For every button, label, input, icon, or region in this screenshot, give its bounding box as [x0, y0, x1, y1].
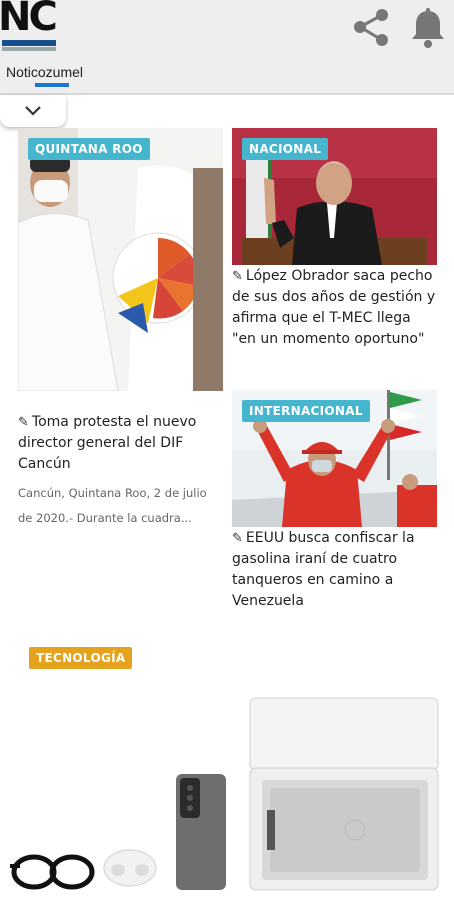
tab-active-indicator [35, 83, 69, 87]
chevron-down-icon [25, 106, 41, 116]
site-logo[interactable]: NC [0, 0, 58, 55]
logo-sub [2, 47, 56, 51]
article-headline[interactable]: ✎ EEUU busca confiscar la gasolina iraní … [232, 528, 437, 612]
headline-text: EEUU busca confiscar la gasolina iraní d… [232, 530, 415, 609]
tab-bar: Noticozumel [0, 55, 454, 95]
excerpt-line: Cancún, Quintana Roo, 2 de julio [18, 486, 207, 500]
category-badge[interactable]: QUINTANA ROO [28, 138, 150, 160]
article-image-quintana-roo[interactable] [18, 128, 223, 391]
tab-noticozumel[interactable]: Noticozumel [6, 64, 83, 80]
logo-strip [2, 40, 56, 46]
headline-text: López Obrador saca pecho de sus dos años… [232, 268, 436, 347]
edit-icon: ✎ [18, 415, 29, 430]
category-badge[interactable]: INTERNACIONAL [242, 400, 370, 422]
share-icon[interactable] [350, 6, 394, 50]
article-headline[interactable]: ✎ López Obrador saca pecho de sus dos año… [232, 266, 437, 350]
article-headline[interactable]: ✎ Toma protesta el nuevo director general… [18, 412, 228, 475]
category-badge[interactable]: NACIONAL [242, 138, 329, 160]
app-header: NC [0, 0, 454, 55]
article-image-tecnologia[interactable] [0, 680, 454, 900]
excerpt-line: de 2020.- Durante la cuadra... [18, 511, 192, 525]
expand-dropdown-button[interactable] [0, 95, 66, 127]
category-badge[interactable]: TECNOLOGÍA [29, 647, 133, 669]
edit-icon: ✎ [232, 531, 243, 546]
edit-icon: ✎ [232, 269, 243, 284]
headline-text: Toma protesta el nuevo director general … [18, 414, 197, 472]
logo-text: NC [0, 0, 58, 40]
article-excerpt: Cancún, Quintana Roo, 2 de julio de 2020… [18, 481, 228, 531]
bell-icon[interactable] [406, 6, 450, 50]
